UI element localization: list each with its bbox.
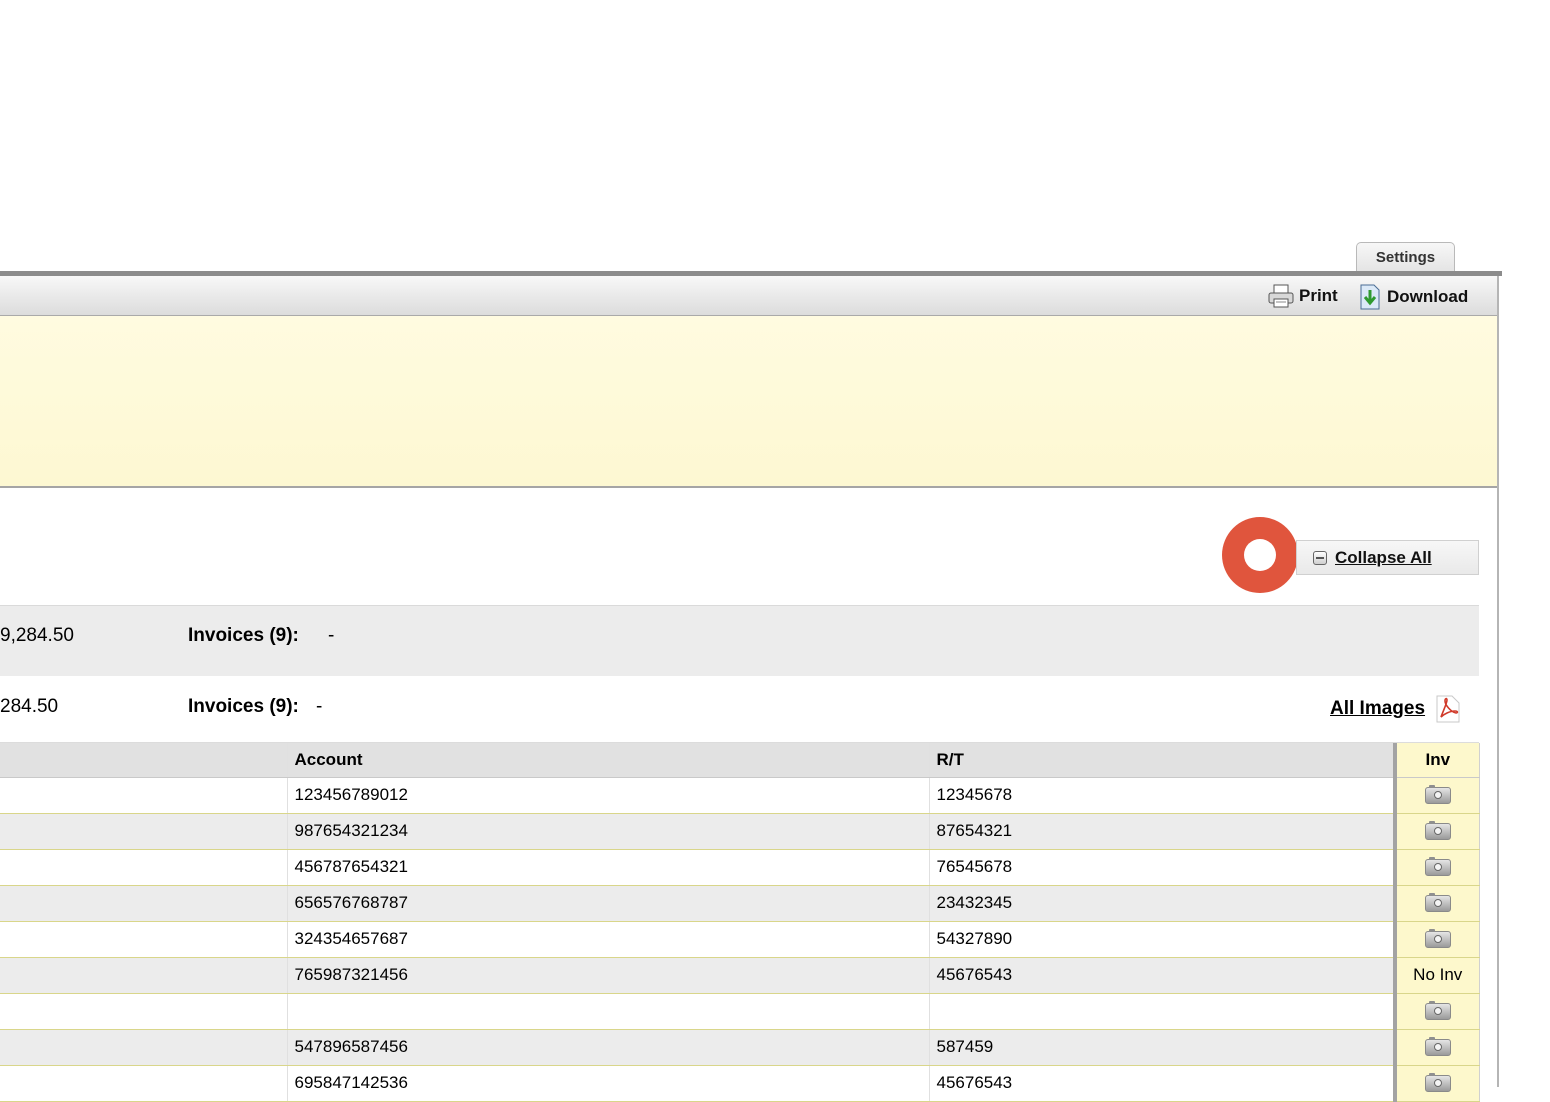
invoices-value: - bbox=[328, 625, 335, 646]
inv-cell bbox=[1393, 993, 1480, 1030]
row-cell bbox=[0, 957, 288, 994]
inv-cell bbox=[1393, 921, 1480, 958]
print-label: Print bbox=[1299, 286, 1338, 305]
collapse-icon bbox=[1313, 550, 1327, 565]
inv-cell bbox=[1393, 777, 1480, 814]
camera-icon[interactable] bbox=[1424, 929, 1451, 949]
inv-cell bbox=[1393, 1029, 1480, 1066]
inv-cell bbox=[1393, 885, 1480, 922]
all-images-label[interactable]: All Images bbox=[1330, 698, 1425, 720]
summary-amount: 284.50 bbox=[0, 696, 59, 717]
table-row[interactable]: 987654321234 87654321 bbox=[0, 813, 1480, 850]
table-row[interactable]: 656576768787 23432345 bbox=[0, 885, 1480, 922]
rt-cell: 45676543 bbox=[929, 957, 1396, 994]
account-cell bbox=[287, 993, 930, 1030]
invoices-value: - bbox=[316, 696, 323, 717]
rt-cell: 12345678 bbox=[929, 777, 1396, 814]
table-row[interactable]: 547896587456 587459 bbox=[0, 1029, 1480, 1066]
summary-amount: 9,284.50 bbox=[0, 625, 74, 646]
settings-tab[interactable]: Settings bbox=[1356, 242, 1455, 272]
camera-icon[interactable] bbox=[1424, 857, 1451, 877]
table-row[interactable]: 324354657687 54327890 bbox=[0, 921, 1480, 958]
table-row[interactable]: 456787654321 76545678 bbox=[0, 849, 1480, 886]
table-row[interactable] bbox=[0, 993, 1480, 1030]
table-header-row: Account R/T Inv bbox=[0, 743, 1480, 778]
printer-icon bbox=[1268, 284, 1294, 308]
print-button[interactable]: Print bbox=[1268, 284, 1338, 308]
rt-cell: 54327890 bbox=[929, 921, 1396, 958]
collapse-all-button[interactable]: Collapse All bbox=[1296, 540, 1479, 575]
camera-icon[interactable] bbox=[1424, 1037, 1451, 1057]
inv-cell bbox=[1393, 849, 1480, 886]
right-border bbox=[1497, 276, 1499, 1087]
account-cell: 324354657687 bbox=[287, 921, 930, 958]
rt-cell bbox=[929, 993, 1396, 1030]
download-label: Download bbox=[1387, 287, 1469, 306]
account-cell: 456787654321 bbox=[287, 849, 930, 886]
rt-cell: 23432345 bbox=[929, 885, 1396, 922]
row-cell bbox=[0, 1065, 288, 1102]
account-cell: 547896587456 bbox=[287, 1029, 930, 1066]
account-cell: 987654321234 bbox=[287, 813, 930, 850]
account-cell: 656576768787 bbox=[287, 885, 930, 922]
table-row[interactable]: 765987321456 45676543 No Inv bbox=[0, 957, 1480, 994]
summary-row: 284.50 Invoices (9): - All Images bbox=[0, 676, 1479, 743]
invoices-label: Invoices (9): bbox=[188, 696, 299, 717]
column-header-account[interactable]: Account bbox=[287, 743, 930, 778]
download-button[interactable]: Download bbox=[1358, 284, 1468, 310]
rt-cell: 45676543 bbox=[929, 1065, 1396, 1102]
inv-cell bbox=[1393, 1065, 1480, 1102]
rt-cell: 76545678 bbox=[929, 849, 1396, 886]
account-cell: 765987321456 bbox=[287, 957, 930, 994]
column-header-inv[interactable]: Inv bbox=[1393, 743, 1480, 778]
account-cell: 123456789012 bbox=[287, 777, 930, 814]
row-cell bbox=[0, 849, 288, 886]
camera-icon[interactable] bbox=[1424, 1073, 1451, 1093]
no-inv-label: No Inv bbox=[1393, 957, 1480, 994]
pdf-icon[interactable] bbox=[1435, 695, 1461, 723]
toolbar: Print Download bbox=[0, 276, 1497, 316]
rt-cell: 587459 bbox=[929, 1029, 1396, 1066]
table-row[interactable]: 695847142536 45676543 bbox=[0, 1065, 1480, 1102]
invoices-label: Invoices (9): bbox=[188, 625, 299, 646]
row-cell bbox=[0, 1029, 288, 1066]
camera-icon[interactable] bbox=[1424, 785, 1451, 805]
collapse-all-label[interactable]: Collapse All bbox=[1335, 548, 1432, 568]
rt-cell: 87654321 bbox=[929, 813, 1396, 850]
camera-icon[interactable] bbox=[1424, 893, 1451, 913]
info-banner bbox=[0, 316, 1497, 488]
download-icon bbox=[1360, 284, 1380, 310]
column-header-rt[interactable]: R/T bbox=[929, 743, 1396, 778]
inv-cell bbox=[1393, 813, 1480, 850]
table-row[interactable]: 123456789012 12345678 bbox=[0, 777, 1480, 814]
row-cell bbox=[0, 993, 288, 1030]
transactions-table: Account R/T Inv 123456789012 12345678 9876… bbox=[0, 743, 1480, 1102]
camera-icon[interactable] bbox=[1424, 821, 1451, 841]
summary-row: 9,284.50 Invoices (9): - bbox=[0, 605, 1479, 677]
row-cell bbox=[0, 921, 288, 958]
row-cell bbox=[0, 813, 288, 850]
column-header bbox=[0, 743, 288, 778]
row-cell bbox=[0, 777, 288, 814]
account-cell: 695847142536 bbox=[287, 1065, 930, 1102]
click-indicator bbox=[1222, 517, 1298, 593]
camera-icon[interactable] bbox=[1424, 1001, 1451, 1021]
row-cell bbox=[0, 885, 288, 922]
all-images-link[interactable]: All Images bbox=[1330, 695, 1461, 723]
